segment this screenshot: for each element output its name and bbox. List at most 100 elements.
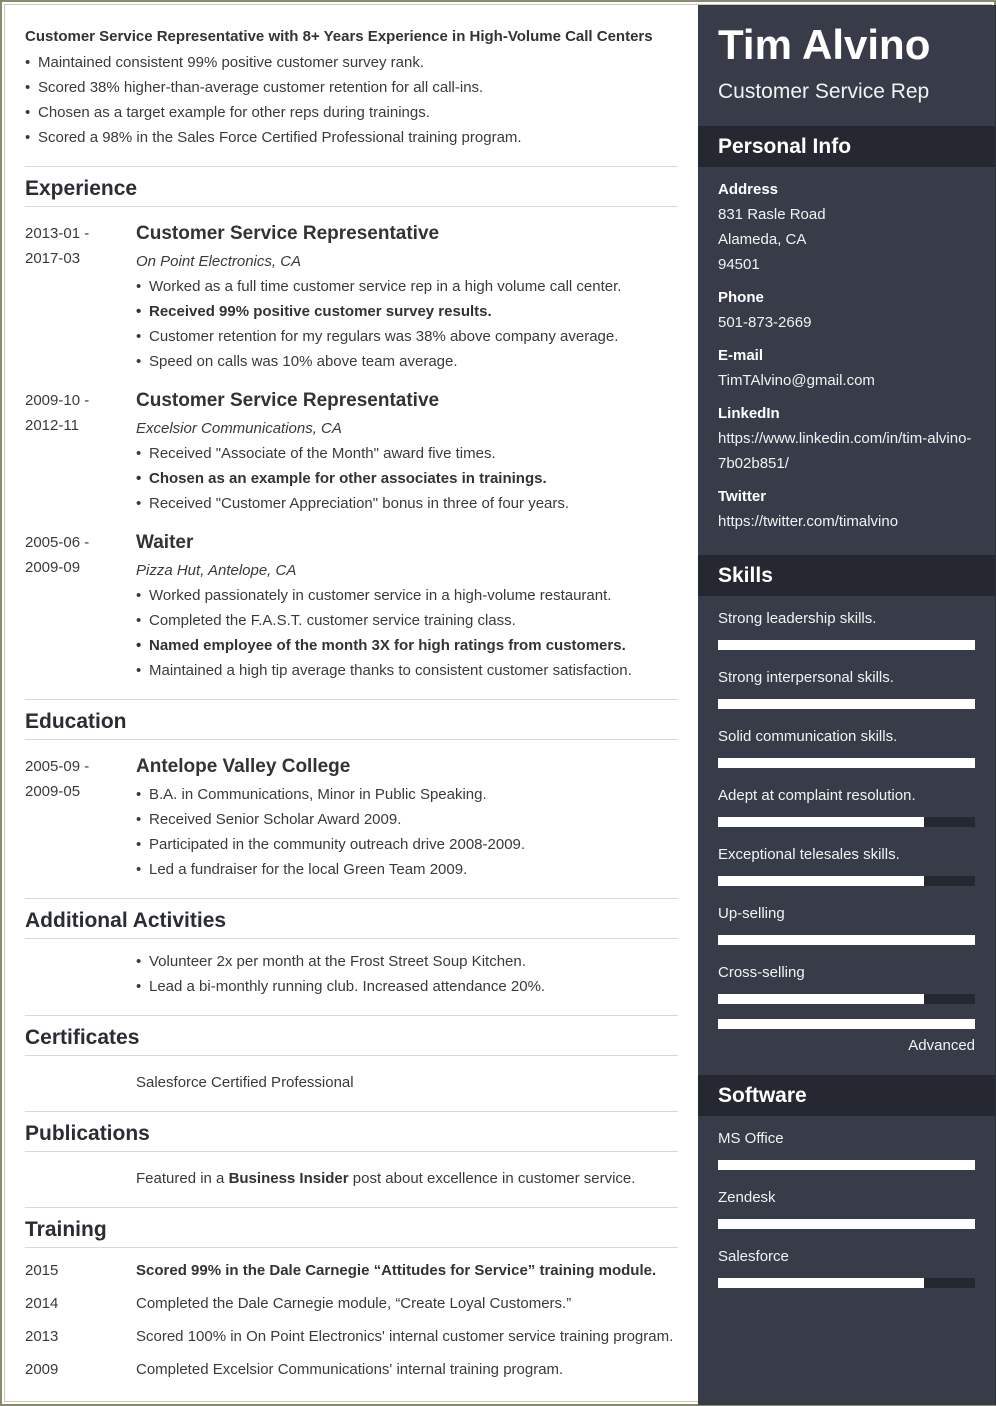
job-title: Customer Service Representative bbox=[136, 390, 440, 411]
education-bullets: B.A. in Communications, Minor in Public … bbox=[136, 782, 678, 882]
education-bullet: Received Senior Scholar Award 2009. bbox=[136, 807, 678, 832]
job-bullet: Received "Customer Appreciation" bonus i… bbox=[136, 491, 678, 516]
skills-legend: Advanced bbox=[698, 1019, 995, 1058]
sidebar-heading-personal-info: Personal Info bbox=[698, 126, 995, 167]
date-start: 2005-09 - bbox=[25, 758, 90, 775]
skill-level-fill bbox=[718, 699, 975, 709]
date-end: 2009-09 bbox=[25, 559, 81, 576]
page-frame: Customer Service Representative with 8+ … bbox=[0, 0, 996, 1406]
software-level-fill bbox=[718, 1219, 975, 1229]
job-bullet: Chosen as an example for other associate… bbox=[136, 466, 678, 491]
education-bullet: Participated in the community outreach d… bbox=[136, 832, 678, 857]
summary-section: Customer Service Representative with 8+ … bbox=[25, 22, 678, 150]
software-level-bar bbox=[718, 1219, 975, 1229]
skill-name: Cross-selling bbox=[718, 964, 805, 981]
twitter-label: Twitter bbox=[718, 488, 767, 505]
personal-info: Address 831 Rasle Road Alameda, CA 94501… bbox=[698, 167, 995, 534]
address-line: 94501 bbox=[718, 256, 760, 273]
skill-name: Solid communication skills. bbox=[718, 728, 898, 745]
experience-entry: 2013-01 - 2017-03 Customer Service Repre… bbox=[25, 221, 678, 374]
activities-section: Additional Activities Volunteer 2x per m… bbox=[25, 898, 678, 999]
skill-name: Strong leadership skills. bbox=[718, 610, 877, 627]
training-text: Completed Excelsior Communications' inte… bbox=[136, 1361, 564, 1378]
date-start: 2005-06 - bbox=[25, 534, 90, 551]
certificates-section: Certificates Salesforce Certified Profes… bbox=[25, 1015, 678, 1095]
software-name: MS Office bbox=[718, 1130, 784, 1147]
summary-bullet: Scored a 98% in the Sales Force Certifie… bbox=[25, 125, 678, 150]
linkedin-link[interactable]: https://www.linkedin.com/in/tim-alvino-7… bbox=[718, 426, 975, 476]
entry-date: 2005-06 - 2009-09 bbox=[25, 530, 136, 683]
skill-level-bar bbox=[718, 699, 975, 709]
job-bullet: Speed on calls was 10% above team averag… bbox=[136, 349, 678, 374]
address-line: 831 Rasle Road bbox=[718, 206, 826, 223]
skill-level-fill bbox=[718, 876, 924, 886]
training-year: 2013 bbox=[25, 1328, 59, 1345]
training-row: 2013 Scored 100% in On Point Electronics… bbox=[25, 1324, 678, 1349]
skill-level-fill bbox=[718, 758, 975, 768]
main-column: Customer Service Representative with 8+ … bbox=[25, 22, 678, 1382]
job-bullet: Received 99% positive customer survey re… bbox=[136, 299, 678, 324]
activity-bullet: Volunteer 2x per month at the Frost Stre… bbox=[136, 949, 678, 974]
linkedin-label: LinkedIn bbox=[718, 405, 780, 422]
activity-bullet: Lead a bi-monthly running club. Increase… bbox=[136, 974, 678, 999]
job-bullet: Completed the F.A.S.T. customer service … bbox=[136, 608, 678, 633]
experience-section: Experience 2013-01 - 2017-03 Customer Se… bbox=[25, 166, 678, 683]
entry-body: Customer Service Representative Excelsio… bbox=[136, 388, 678, 516]
skill-level-fill bbox=[718, 935, 975, 945]
skill-level-bar bbox=[718, 876, 975, 886]
publication-text-before: Featured in a bbox=[136, 1170, 229, 1187]
date-start: 2009-10 - bbox=[25, 392, 90, 409]
training-year: 2014 bbox=[25, 1295, 59, 1312]
section-title-activities: Additional Activities bbox=[25, 899, 678, 939]
company: On Point Electronics, CA bbox=[136, 253, 302, 270]
publication-text-after: post about excellence in customer servic… bbox=[348, 1170, 636, 1187]
candidate-role: Customer Service Rep bbox=[718, 80, 930, 103]
company: Excelsior Communications, CA bbox=[136, 420, 342, 437]
skill-level-bar bbox=[718, 817, 975, 827]
sidebar-heading-skills: Skills bbox=[698, 555, 995, 596]
entry-date: 2013-01 - 2017-03 bbox=[25, 221, 136, 374]
date-end: 2009-05 bbox=[25, 783, 81, 800]
software-level-bar bbox=[718, 1160, 975, 1170]
publication-source: Business Insider bbox=[228, 1170, 349, 1187]
training-section: Training 2015 Scored 99% in the Dale Car… bbox=[25, 1207, 678, 1382]
job-bullets: Received "Associate of the Month" award … bbox=[136, 441, 678, 516]
date-start: 2013-01 - bbox=[25, 225, 90, 242]
address-label: Address bbox=[718, 181, 779, 198]
entry-body: Customer Service Representative On Point… bbox=[136, 221, 678, 374]
skill-name: Strong interpersonal skills. bbox=[718, 669, 894, 686]
certificate-item: Salesforce Certified Professional bbox=[136, 1074, 354, 1091]
training-text: Scored 100% in On Point Electronics' int… bbox=[136, 1328, 674, 1345]
software-name: Zendesk bbox=[718, 1189, 776, 1206]
twitter-link[interactable]: https://twitter.com/timalvino bbox=[718, 509, 975, 534]
date-end: 2012-11 bbox=[25, 417, 79, 434]
phone-label: Phone bbox=[718, 289, 764, 306]
summary-bullet: Chosen as a target example for other rep… bbox=[25, 100, 678, 125]
experience-entry: 2009-10 - 2012-11 Customer Service Repre… bbox=[25, 388, 678, 516]
skill-level-bar bbox=[718, 994, 975, 1004]
section-title-training: Training bbox=[25, 1208, 678, 1248]
job-bullet: Worked passionately in customer service … bbox=[136, 583, 678, 608]
skill-name: Exceptional telesales skills. bbox=[718, 846, 900, 863]
job-bullets: Worked as a full time customer service r… bbox=[136, 274, 678, 374]
software-level-bar bbox=[718, 1278, 975, 1288]
job-title: Waiter bbox=[136, 532, 194, 553]
training-year: 2015 bbox=[25, 1262, 59, 1279]
training-list: 2015 Scored 99% in the Dale Carnegie “At… bbox=[25, 1258, 678, 1382]
phone-value: 501-873-2669 bbox=[718, 314, 812, 331]
entry-date: 2005-09 - 2009-05 bbox=[25, 754, 136, 882]
publication-item: Featured in a Business Insider post abou… bbox=[25, 1166, 678, 1191]
software-name: Salesforce bbox=[718, 1248, 789, 1265]
skill-level-bar bbox=[718, 758, 975, 768]
training-year: 2009 bbox=[25, 1361, 59, 1378]
training-row: 2009 Completed Excelsior Communications'… bbox=[25, 1357, 678, 1382]
skill-level-fill bbox=[718, 640, 975, 650]
email-link[interactable]: TimTAlvino@gmail.com bbox=[718, 368, 975, 393]
education-section: Education 2005-09 - 2009-05 Antelope Val… bbox=[25, 699, 678, 882]
sidebar: Tim Alvino Customer Service Rep Personal… bbox=[698, 5, 996, 1405]
legend-label: Advanced bbox=[908, 1037, 975, 1054]
job-bullet: Customer retention for my regulars was 3… bbox=[136, 324, 678, 349]
publications-section: Publications Featured in a Business Insi… bbox=[25, 1111, 678, 1191]
entry-body: Antelope Valley College B.A. in Communic… bbox=[136, 754, 678, 882]
education-bullet: Led a fundraiser for the local Green Tea… bbox=[136, 857, 678, 882]
